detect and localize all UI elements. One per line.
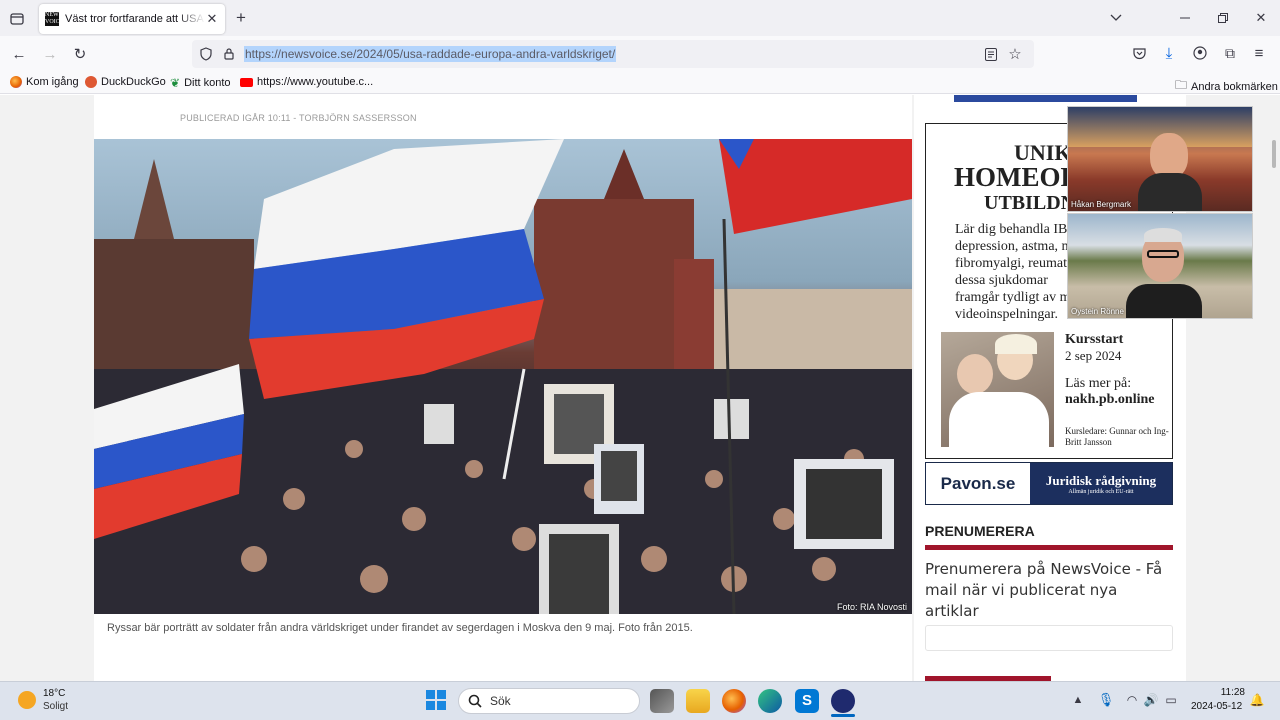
ad-course-date: 2 sep 2024: [1065, 348, 1122, 363]
tab-active[interactable]: NEWS VOICE Väst tror fortfarande att USA…: [39, 4, 225, 34]
ad-read-more: Läs mer på:: [1065, 376, 1132, 391]
volume-icon[interactable]: 🔊: [1143, 692, 1159, 708]
bookmark-kom-igang[interactable]: Kom igång: [10, 76, 79, 88]
battery-icon[interactable]: ▭: [1163, 692, 1179, 708]
url-text[interactable]: https://newsvoice.se/2024/05/usa-raddade…: [244, 46, 617, 62]
zoom-icon[interactable]: [831, 689, 855, 713]
photo-credit: Foto: RIA Novosti: [836, 602, 907, 612]
scrollbar-thumb[interactable]: [1272, 140, 1276, 168]
account-icon[interactable]: [1192, 45, 1208, 61]
tab-title: Väst tror fortfarande att USA rä: [65, 13, 205, 25]
ad-leaders: Kursledare: Gunnar och Ing-Britt Jansson: [1065, 426, 1169, 447]
duckduckgo-icon: [85, 76, 97, 88]
bookmark-duckduckgo[interactable]: DuckDuckGo: [85, 76, 166, 88]
microphone-icon[interactable]: 🎙: [1098, 692, 1115, 708]
bookmark-youtube[interactable]: https://www.youtube.c...: [240, 76, 373, 88]
tab-list-icon[interactable]: [8, 10, 26, 28]
ad-heading-3: UTBILDN: [984, 192, 1076, 214]
ad-heading-2: HOMEOP: [954, 162, 1077, 192]
photo-caption: Ryssar bär porträtt av soldater från and…: [107, 622, 693, 634]
bookmarks-toolbar: Kom igång DuckDuckGo ❦ Ditt konto https:/…: [0, 72, 1280, 94]
windows-taskbar: [0, 681, 1280, 720]
close-window-icon[interactable]: ✕: [1254, 9, 1268, 27]
person-1-name: Håkan Bergmark: [1071, 200, 1132, 209]
show-hidden-icons-icon[interactable]: ▲: [1070, 692, 1086, 708]
pavon-brand: Pavon.se: [926, 463, 1030, 504]
bookmark-star-icon[interactable]: ☆: [1006, 45, 1024, 63]
task-view-icon[interactable]: [650, 689, 674, 713]
wifi-icon[interactable]: ◠: [1124, 692, 1140, 708]
leaf-icon: ❦: [170, 76, 181, 90]
article-photo[interactable]: Foto: RIA Novosti: [94, 139, 912, 614]
clock-date[interactable]: 2024-05-12: [1191, 701, 1242, 712]
restore-icon[interactable]: [1216, 9, 1230, 27]
video-tile-1[interactable]: Håkan Bergmark: [1067, 106, 1253, 212]
weather-desc[interactable]: Soligt: [43, 701, 68, 712]
menu-icon[interactable]: ≡: [1251, 45, 1267, 62]
back-icon[interactable]: ←: [10, 45, 28, 63]
new-tab-button[interactable]: +: [233, 8, 249, 27]
downloads-icon[interactable]: ⤓: [1161, 45, 1177, 62]
weather-temp[interactable]: 18°C: [43, 688, 65, 699]
subscribe-email-input[interactable]: [925, 625, 1173, 651]
pavon-title: Juridisk rådgivning: [1045, 472, 1157, 488]
pavon-sub: Allmän juridik och EU-rätt: [1068, 488, 1134, 495]
person-2-name: Oystein Rönne: [1071, 307, 1124, 316]
list-all-tabs-icon[interactable]: [1108, 9, 1124, 27]
ad-couple-photo: [941, 332, 1054, 447]
other-bookmarks[interactable]: 🗀 Andra bokmärken: [1175, 76, 1278, 97]
video-tile-2[interactable]: Oystein Rönne: [1067, 213, 1253, 319]
sidebar-top-banner: [954, 95, 1137, 102]
subscribe-divider: [925, 545, 1173, 550]
extensions-icon[interactable]: ⧉: [1222, 45, 1238, 61]
active-app-indicator: [831, 714, 855, 717]
firefox-icon: [10, 76, 22, 88]
minimize-icon[interactable]: [1178, 9, 1192, 27]
taskbar-search[interactable]: Sök: [458, 688, 640, 714]
bookmark-ditt-konto[interactable]: ❦ Ditt konto: [170, 76, 231, 90]
windows-start-icon[interactable]: [426, 690, 446, 710]
close-tab-icon[interactable]: ✕: [205, 11, 219, 27]
notification-bell-icon[interactable]: 🔔: [1250, 692, 1265, 708]
pocket-icon[interactable]: [1131, 46, 1147, 62]
ad-course-label: Kursstart: [1065, 332, 1124, 347]
tracking-protection-shield-icon[interactable]: [198, 46, 214, 62]
edge-icon[interactable]: [758, 689, 782, 713]
firefox-taskbar-icon[interactable]: [722, 689, 746, 713]
skype-icon[interactable]: S: [795, 689, 819, 713]
lock-icon[interactable]: [221, 46, 237, 62]
file-explorer-icon[interactable]: [686, 689, 710, 713]
search-placeholder: Sök: [490, 694, 511, 708]
clock-time[interactable]: 11:28: [1219, 687, 1245, 698]
forward-icon[interactable]: →: [41, 45, 59, 63]
search-icon: [468, 694, 482, 708]
pavon-ad[interactable]: Pavon.se Juridisk rådgivning Allmän juri…: [925, 462, 1173, 505]
article-byline: PUBLICERAD IGÅR 10:11 - TORBJÖRN SASSERS…: [180, 113, 417, 123]
reader-view-icon[interactable]: [983, 46, 999, 62]
subscribe-text[interactable]: Prenumerera på NewsVoice - Få mail när v…: [925, 559, 1173, 622]
weather-sun-icon[interactable]: [18, 691, 36, 709]
ad-site[interactable]: nakh.pb.online: [1065, 392, 1155, 408]
reload-icon[interactable]: ↻: [71, 45, 89, 63]
subscribe-heading: PRENUMERERA: [925, 523, 1035, 539]
newsvoice-favicon: NEWS VOICE: [45, 12, 64, 26]
parade-scene: [94, 139, 912, 614]
folder-icon: 🗀: [1175, 78, 1188, 92]
youtube-icon: [240, 77, 253, 87]
